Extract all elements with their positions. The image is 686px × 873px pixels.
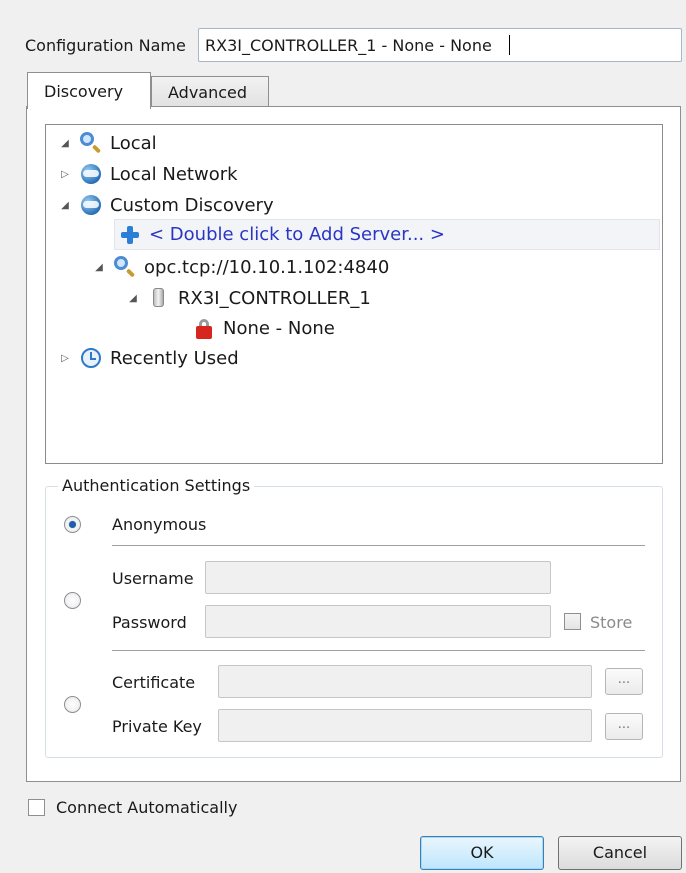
password-label: Password <box>112 613 187 632</box>
expanded-triangle-icon[interactable]: ◢ <box>92 260 106 274</box>
connect-automatically-checkbox[interactable] <box>28 799 45 816</box>
expanded-triangle-icon[interactable]: ◢ <box>58 136 72 150</box>
configuration-name-label: Configuration Name <box>25 36 186 55</box>
store-label: Store <box>590 613 633 632</box>
username-label: Username <box>112 569 194 588</box>
tree-item-server[interactable]: ◢ RX3I_CONTROLLER_1 <box>126 283 371 313</box>
tree-item-security[interactable]: None - None <box>193 313 335 343</box>
tree-label: RX3I_CONTROLLER_1 <box>178 287 371 309</box>
certificate-radio[interactable] <box>64 696 81 713</box>
browse-certificate-button[interactable]: ... <box>605 668 643 695</box>
plus-icon <box>119 224 141 246</box>
tree-label: < Double click to Add Server... > <box>149 224 445 245</box>
configuration-name-input[interactable]: RX3I_CONTROLLER_1 - None - None <box>198 28 682 62</box>
collapsed-triangle-icon[interactable]: ▷ <box>58 167 72 181</box>
expanded-triangle-icon[interactable]: ◢ <box>58 198 72 212</box>
tree-item-endpoint[interactable]: ◢ opc.tcp://10.10.1.102:4840 <box>92 252 389 282</box>
browse-private-key-button[interactable]: ... <box>605 713 643 740</box>
username-input[interactable] <box>205 561 551 594</box>
globe-icon <box>80 194 102 216</box>
tree-item-recently-used[interactable]: ▷ Recently Used <box>58 343 239 373</box>
private-key-label: Private Key <box>112 717 202 736</box>
anonymous-label: Anonymous <box>112 515 207 534</box>
tree-label: Recently Used <box>110 347 239 369</box>
ok-button[interactable]: OK <box>420 836 544 870</box>
divider <box>112 545 645 546</box>
tree-label: opc.tcp://10.10.1.102:4840 <box>144 256 390 278</box>
tree-label: None - None <box>223 317 335 339</box>
authentication-title: Authentication Settings <box>58 476 255 495</box>
connect-automatically-label: Connect Automatically <box>56 798 238 817</box>
tree-label: Local <box>110 132 157 154</box>
text-caret <box>509 35 510 55</box>
tree-label: Custom Discovery <box>110 194 274 216</box>
cancel-button[interactable]: Cancel <box>558 836 682 870</box>
tree-item-custom-discovery[interactable]: ◢ Custom Discovery <box>58 190 274 220</box>
divider <box>112 650 645 651</box>
magnifier-icon <box>80 132 102 154</box>
store-checkbox[interactable] <box>564 613 581 630</box>
clock-icon <box>80 347 102 369</box>
tree-label: Local Network <box>110 163 238 185</box>
tree-item-local-network[interactable]: ▷ Local Network <box>58 159 238 189</box>
expanded-triangle-icon[interactable]: ◢ <box>126 291 140 305</box>
tab-discovery[interactable]: Discovery <box>27 72 151 109</box>
username-password-radio[interactable] <box>64 592 81 609</box>
tree-item-local[interactable]: ◢ Local <box>58 128 157 158</box>
unlocked-lock-icon <box>193 317 215 339</box>
globe-icon <box>80 163 102 185</box>
configuration-name-value: RX3I_CONTROLLER_1 - None - None <box>205 36 492 55</box>
collapsed-triangle-icon[interactable]: ▷ <box>58 351 72 365</box>
server-icon <box>148 287 170 309</box>
anonymous-radio[interactable] <box>64 516 81 533</box>
tree-item-add-server[interactable]: < Double click to Add Server... > <box>114 219 660 250</box>
password-input[interactable] <box>205 605 551 638</box>
private-key-input[interactable] <box>218 709 592 742</box>
certificate-label: Certificate <box>112 673 196 692</box>
magnifier-icon <box>114 256 136 278</box>
certificate-input[interactable] <box>218 665 592 698</box>
tab-advanced[interactable]: Advanced <box>151 76 269 106</box>
